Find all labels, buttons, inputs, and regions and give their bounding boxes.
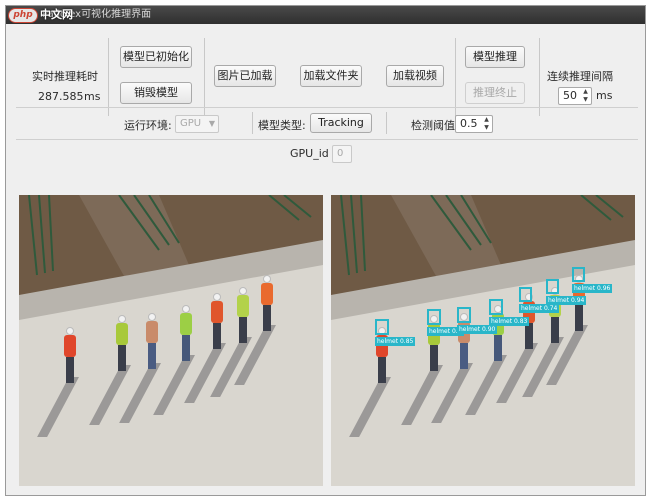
- stop-infer-button[interactable]: 推理终止: [465, 82, 525, 104]
- detection-box: helmet 0.90: [457, 307, 498, 334]
- control-panel: 实时推理耗时 287.585 ms 模型已初始化 销毁模型 图片已加载 加载文件…: [6, 24, 645, 164]
- detection-label: helmet 0.74: [519, 304, 560, 313]
- separator: [455, 38, 456, 116]
- model-type-button[interactable]: Tracking: [310, 113, 372, 133]
- divider: [16, 107, 638, 108]
- threshold-value: 0.5: [460, 117, 478, 130]
- model-initialized-button[interactable]: 模型已初始化: [120, 46, 192, 68]
- detection-label: helmet 0.90: [457, 325, 498, 334]
- detection-label: helmet 0.94: [546, 296, 587, 305]
- infer-time-label: 实时推理耗时: [32, 70, 98, 83]
- env-select[interactable]: GPU ▼: [175, 115, 219, 133]
- destroy-model-button[interactable]: 销毁模型: [120, 82, 192, 104]
- spin-arrows-icon[interactable]: ▲ ▼: [482, 116, 491, 132]
- spin-arrows-icon[interactable]: ▲ ▼: [581, 88, 590, 104]
- interval-unit: ms: [596, 89, 613, 102]
- threshold-spinbox[interactable]: 0.5 ▲ ▼: [455, 115, 493, 133]
- detection-box: helmet 0.94: [546, 279, 587, 305]
- separator: [204, 38, 205, 116]
- detection-label: helmet 0.96: [572, 284, 613, 293]
- model-type-label: 模型类型:: [258, 119, 306, 132]
- chevron-down-icon: ▼: [208, 119, 215, 128]
- image-loaded-button[interactable]: 图片已加载: [214, 65, 276, 87]
- separator: [539, 38, 540, 116]
- separator: [108, 38, 109, 116]
- model-infer-button[interactable]: 模型推理: [465, 46, 525, 68]
- detection-box: helmet 0.85: [375, 319, 416, 346]
- watermark-text: 中文网: [40, 8, 73, 21]
- detection-label: helmet 0.83: [489, 317, 530, 326]
- detection-box: helmet 0.96: [572, 267, 613, 293]
- env-label: 运行环境:: [124, 119, 172, 132]
- interval-value: 50: [563, 89, 577, 102]
- interval-label: 连续推理间隔: [547, 70, 613, 83]
- interval-spinbox[interactable]: 50 ▲ ▼: [558, 87, 592, 105]
- detection-label: helmet 0.85: [375, 337, 416, 346]
- detection-box: helmet 0.83: [489, 299, 530, 326]
- app-window: Paddlex可视化推理界面 php 中文网 实时推理耗时 287.585 ms…: [5, 5, 646, 496]
- infer-time-unit: ms: [84, 90, 101, 103]
- threshold-label: 检测阈值: [411, 119, 455, 132]
- load-folder-button[interactable]: 加载文件夹: [300, 65, 362, 87]
- title-bar: Paddlex可视化推理界面 php 中文网: [6, 6, 645, 24]
- watermark-badge: php: [8, 7, 38, 23]
- separator: [386, 112, 387, 134]
- input-image: [19, 195, 323, 486]
- load-video-button[interactable]: 加载视频: [386, 65, 444, 87]
- env-value: GPU: [180, 118, 202, 129]
- gpu-id-value: 0: [337, 148, 344, 159]
- separator: [252, 112, 253, 134]
- infer-time-value: 287.585: [38, 90, 84, 103]
- gpu-id-label: GPU_id: [290, 147, 329, 160]
- result-image: helmet 0.85 helmet 0.9 helmet 0.90 helme…: [331, 195, 635, 486]
- watermark-logo: php 中文网: [8, 7, 73, 23]
- detection-box: helmet 0.9: [427, 309, 464, 336]
- divider: [16, 139, 638, 140]
- gpu-id-spinbox[interactable]: 0: [332, 145, 352, 163]
- detection-box: helmet 0.74: [519, 287, 560, 313]
